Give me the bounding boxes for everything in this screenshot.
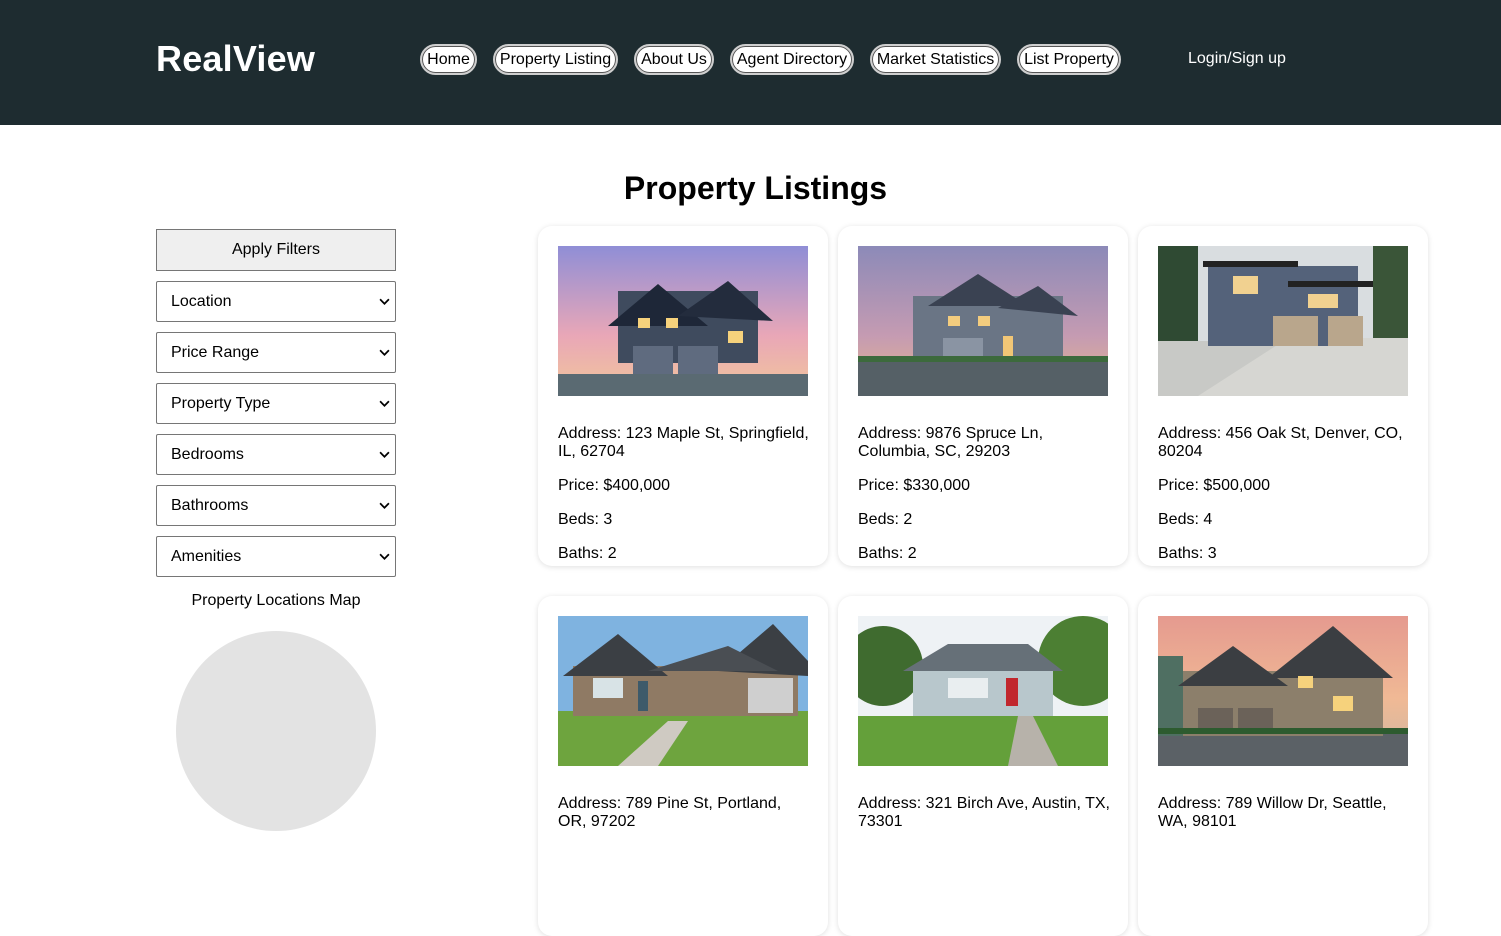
listing-beds: Beds: 2 bbox=[858, 511, 913, 528]
listing-address: Address: 456 Oak St, Denver, CO, 80204 bbox=[1158, 425, 1403, 460]
price-range-select[interactable]: Price Range bbox=[156, 332, 396, 373]
price-range-select-label: Price Range bbox=[171, 343, 260, 361]
bathrooms-select[interactable]: Bathrooms bbox=[156, 485, 396, 526]
page-title: Property Listings bbox=[623, 170, 888, 206]
amenities-select-label: Amenities bbox=[171, 547, 242, 565]
house-photo[interactable] bbox=[1158, 246, 1408, 396]
listing-address: Address: 321 Birch Ave, Austin, TX, 7330… bbox=[858, 795, 1110, 830]
listing-beds: Beds: 3 bbox=[558, 511, 613, 528]
house-photo[interactable] bbox=[558, 246, 808, 396]
listing-baths: Baths: 2 bbox=[558, 545, 617, 562]
house-photo[interactable] bbox=[558, 616, 808, 766]
site-logo[interactable]: RealView bbox=[156, 38, 315, 80]
property-locations-map[interactable] bbox=[176, 631, 376, 831]
nav-property-listing-button[interactable]: Property Listing bbox=[493, 44, 618, 75]
listing-address: Address: 123 Maple St, Springfield, IL, … bbox=[558, 425, 809, 460]
nav-agent-directory-button[interactable]: Agent Directory bbox=[730, 44, 854, 75]
listing-price: Price: $500,000 bbox=[1158, 477, 1271, 494]
listing-card[interactable]: Address: 456 Oak St, Denver, CO, 80204 P… bbox=[1138, 226, 1428, 566]
chevron-down-icon bbox=[379, 298, 390, 305]
bathrooms-select-label: Bathrooms bbox=[171, 496, 249, 514]
login-signup-link[interactable]: Login/Sign up bbox=[1188, 50, 1286, 68]
location-select-label: Location bbox=[171, 292, 232, 310]
nav-market-statistics-button[interactable]: Market Statistics bbox=[870, 44, 1001, 75]
location-select[interactable]: Location bbox=[156, 281, 396, 322]
house-photo[interactable] bbox=[858, 616, 1108, 766]
house-photo[interactable] bbox=[1158, 616, 1408, 766]
property-type-select-label: Property Type bbox=[171, 394, 271, 412]
bedrooms-select[interactable]: Bedrooms bbox=[156, 434, 396, 475]
listing-price: Price: $400,000 bbox=[558, 477, 671, 494]
chevron-down-icon bbox=[379, 400, 390, 407]
house-photo[interactable] bbox=[858, 246, 1108, 396]
listing-address: Address: 9876 Spruce Ln, Columbia, SC, 2… bbox=[858, 425, 1044, 460]
chevron-down-icon bbox=[379, 451, 390, 458]
listing-card[interactable]: Address: 123 Maple St, Springfield, IL, … bbox=[538, 226, 828, 566]
listing-price: Price: $330,000 bbox=[858, 477, 971, 494]
listing-card[interactable]: Address: 789 Willow Dr, Seattle, WA, 981… bbox=[1138, 596, 1428, 936]
listing-card[interactable]: Address: 321 Birch Ave, Austin, TX, 7330… bbox=[838, 596, 1128, 936]
apply-filters-button[interactable]: Apply Filters bbox=[156, 229, 396, 271]
nav-about-us-button[interactable]: About Us bbox=[634, 44, 714, 75]
map-label: Property Locations Map bbox=[191, 592, 361, 609]
listing-beds: Beds: 4 bbox=[1158, 511, 1213, 528]
listing-baths: Baths: 3 bbox=[1158, 545, 1217, 562]
listing-card[interactable]: Address: 9876 Spruce Ln, Columbia, SC, 2… bbox=[838, 226, 1128, 566]
nav-list-property-button[interactable]: List Property bbox=[1017, 44, 1121, 75]
bedrooms-select-label: Bedrooms bbox=[171, 445, 244, 463]
listing-card[interactable]: Address: 789 Pine St, Portland, OR, 9720… bbox=[538, 596, 828, 936]
amenities-select[interactable]: Amenities bbox=[156, 536, 396, 577]
chevron-down-icon bbox=[379, 502, 390, 509]
chevron-down-icon bbox=[379, 553, 390, 560]
listing-address: Address: 789 Pine St, Portland, OR, 9720… bbox=[558, 795, 782, 830]
listing-address: Address: 789 Willow Dr, Seattle, WA, 981… bbox=[1158, 795, 1387, 830]
listing-baths: Baths: 2 bbox=[858, 545, 917, 562]
site-header: RealView Home Property Listing About Us … bbox=[0, 0, 1501, 125]
nav-home-button[interactable]: Home bbox=[420, 44, 477, 75]
property-type-select[interactable]: Property Type bbox=[156, 383, 396, 424]
chevron-down-icon bbox=[379, 349, 390, 356]
